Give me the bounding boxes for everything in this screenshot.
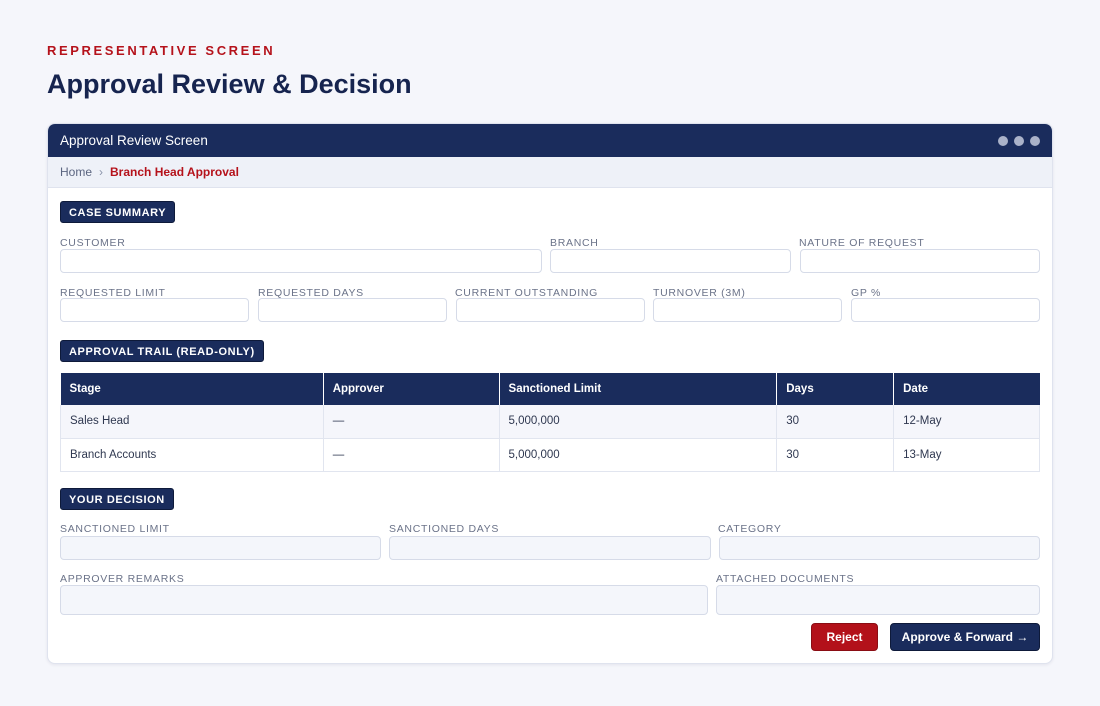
column-header-sanctioned-limit: Sanctioned Limit [499, 373, 778, 405]
window-controls [998, 135, 1040, 146]
customer-label: CUSTOMER [60, 237, 126, 249]
page-title: Approval Review & Decision [47, 69, 412, 99]
breadcrumb-current: Branch Head Approval [110, 165, 239, 179]
breadcrumb: Home › Branch Head Approval [48, 157, 1052, 188]
sanctioned-days-input[interactable] [389, 536, 711, 560]
your-decision-tag: YOUR DECISION [60, 488, 174, 510]
sanctioned-limit-input[interactable] [60, 536, 381, 560]
requested-limit-input[interactable] [60, 298, 249, 322]
cell-stage: Sales Head [60, 405, 324, 439]
approval-trail-tag: APPROVAL TRAIL (READ-ONLY) [60, 340, 264, 362]
branch-input[interactable] [550, 249, 791, 273]
window-titlebar: Approval Review Screen [48, 124, 1052, 157]
approval-trail-table: Stage Approver Sanctioned Limit Days Dat… [60, 373, 1040, 472]
cell-sanctioned-limit: 5,000,000 [499, 438, 778, 472]
sanctioned-limit-label: SANCTIONED LIMIT [60, 523, 170, 535]
window-title: Approval Review Screen [60, 133, 208, 148]
cell-days: 30 [776, 405, 895, 439]
attached-documents-label: ATTACHED DOCUMENTS [716, 573, 855, 585]
branch-label: BRANCH [550, 237, 599, 249]
case-summary-tag: CASE SUMMARY [60, 201, 176, 223]
sanctioned-days-label: SANCTIONED DAYS [389, 523, 500, 535]
column-header-approver: Approver [323, 373, 500, 405]
cell-date: 13-May [893, 438, 1040, 472]
cell-date: 12-May [893, 405, 1040, 439]
gp-percent-input[interactable] [851, 298, 1040, 322]
window-dot-icon[interactable] [1030, 135, 1040, 146]
current-outstanding-input[interactable] [456, 298, 645, 322]
approve-forward-button[interactable]: Approve & Forward → [890, 623, 1040, 651]
window-dot-icon[interactable] [998, 135, 1008, 146]
table-row: Sales Head — 5,000,000 30 12-May [60, 405, 1040, 439]
cell-approver: — [323, 438, 500, 472]
window-dot-icon[interactable] [1014, 135, 1024, 146]
column-header-stage: Stage [60, 373, 324, 405]
category-input[interactable] [719, 536, 1040, 560]
cell-approver: — [323, 405, 500, 439]
cell-sanctioned-limit: 5,000,000 [499, 405, 778, 439]
breadcrumb-chevron-icon: › [99, 165, 104, 179]
breadcrumb-home[interactable]: Home [60, 165, 92, 179]
approval-review-window: Approval Review Screen Home › Branch Hea… [47, 123, 1053, 664]
column-header-date: Date [893, 373, 1040, 405]
cell-days: 30 [776, 438, 895, 472]
approver-remarks-label: APPROVER REMARKS [60, 573, 185, 585]
customer-input[interactable] [60, 249, 542, 273]
table-row: Branch Accounts — 5,000,000 30 13-May [60, 438, 1040, 472]
nature-of-request-label: NATURE OF REQUEST [799, 237, 925, 249]
requested-days-input[interactable] [258, 298, 447, 322]
turnover-input[interactable] [653, 298, 842, 322]
eyebrow-label: REPRESENTATIVE SCREEN [47, 43, 276, 58]
category-label: CATEGORY [718, 523, 782, 535]
nature-of-request-input[interactable] [800, 249, 1040, 273]
cell-stage: Branch Accounts [60, 438, 324, 472]
attached-documents-input[interactable] [716, 585, 1040, 615]
reject-button[interactable]: Reject [811, 623, 878, 651]
approver-remarks-input[interactable] [60, 585, 708, 615]
column-header-days: Days [776, 373, 895, 405]
table-header-row: Stage Approver Sanctioned Limit Days Dat… [60, 373, 1040, 405]
